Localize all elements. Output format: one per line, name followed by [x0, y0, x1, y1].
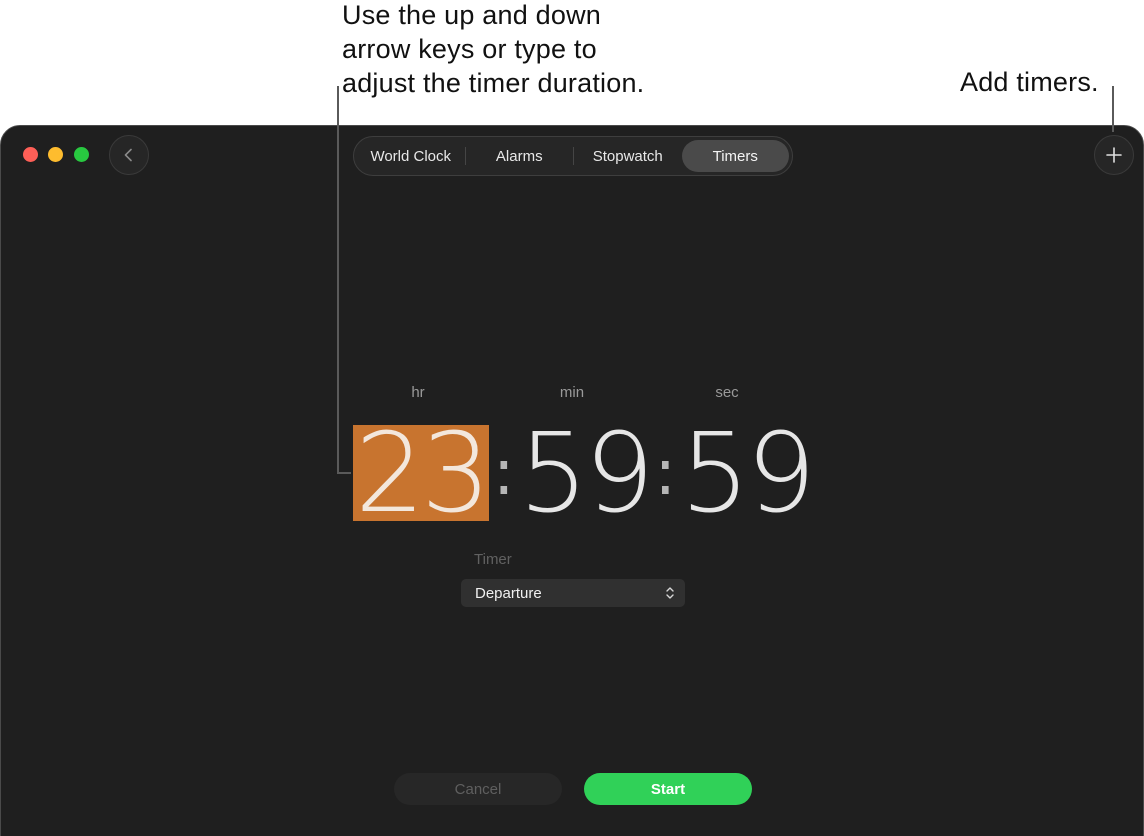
duration-callout-line-3: adjust the timer duration. — [342, 68, 645, 98]
seconds-field[interactable]: 59 — [680, 418, 816, 528]
clock-window: World Clock Alarms Stopwatch Timers hr m… — [0, 125, 1144, 836]
timer-sound-label: Timer — [474, 551, 512, 568]
add-timers-callout-line — [1112, 86, 1114, 132]
close-window-button[interactable] — [23, 147, 38, 162]
minimize-window-button[interactable] — [48, 147, 63, 162]
tab-world-clock[interactable]: World Clock — [357, 140, 465, 172]
duration-callout-line — [337, 86, 339, 473]
duration-callout: Use the up and down arrow keys or type t… — [342, 0, 702, 100]
seconds-unit-label: sec — [715, 384, 739, 401]
duration-callout-tick — [337, 472, 351, 474]
add-timer-button[interactable] — [1094, 135, 1134, 175]
duration-callout-line-1: Use the up and down — [342, 0, 601, 30]
plus-icon — [1106, 147, 1122, 163]
timer-duration-display: 23 : 59 : 59 — [353, 418, 816, 528]
back-button[interactable] — [109, 135, 149, 175]
minutes-field[interactable]: 59 — [519, 418, 655, 528]
tab-alarms[interactable]: Alarms — [466, 140, 574, 172]
timer-sound-select[interactable]: Departure — [461, 579, 685, 607]
tab-stopwatch[interactable]: Stopwatch — [574, 140, 682, 172]
hours-field[interactable]: 23 — [353, 418, 491, 528]
time-separator: : — [492, 436, 515, 510]
time-separator: : — [654, 436, 677, 510]
chevron-left-icon — [124, 148, 132, 162]
timer-sound-value: Departure — [475, 584, 542, 602]
zoom-window-button[interactable] — [74, 147, 89, 162]
view-tab-bar: World Clock Alarms Stopwatch Timers — [353, 136, 793, 176]
tab-timers[interactable]: Timers — [681, 140, 789, 172]
hours-unit-label: hr — [411, 384, 425, 401]
start-button[interactable]: Start — [584, 773, 752, 805]
minutes-unit-label: min — [559, 384, 585, 401]
updown-chevron-icon — [666, 587, 674, 599]
duration-callout-line-2: arrow keys or type to — [342, 34, 597, 64]
cancel-button[interactable]: Cancel — [394, 773, 562, 805]
